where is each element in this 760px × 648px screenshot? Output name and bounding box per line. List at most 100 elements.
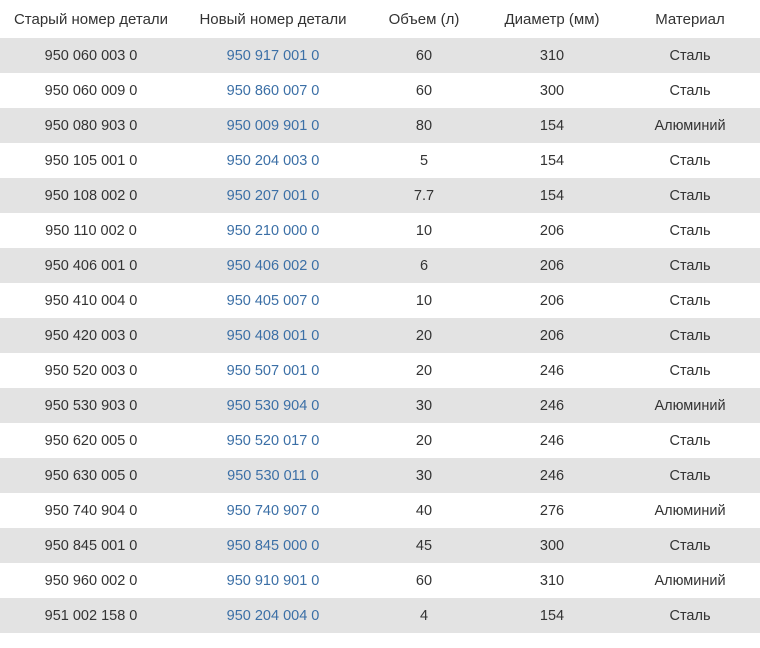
- diameter-cell: 206: [484, 248, 620, 283]
- volume-cell: 4: [364, 598, 484, 633]
- volume-cell: 40: [364, 493, 484, 528]
- table-row: 950 530 903 0 950 530 904 0 30 246 Алюминий: [0, 388, 760, 423]
- old-part-number-cell: 950 520 003 0: [0, 353, 182, 388]
- material-cell: Алюминий: [620, 563, 760, 598]
- volume-cell: 6: [364, 248, 484, 283]
- old-part-number-cell: 950 105 001 0: [0, 143, 182, 178]
- table-row: 950 845 001 0 950 845 000 0 45 300 Сталь: [0, 528, 760, 563]
- diameter-cell: 154: [484, 598, 620, 633]
- header-diameter: Диаметр (мм): [504, 10, 600, 28]
- diameter-cell: 310: [484, 563, 620, 598]
- new-part-number-link[interactable]: 950 917 001 0: [227, 48, 320, 64]
- table-row: 950 105 001 0 950 204 003 0 5 154 Сталь: [0, 143, 760, 178]
- new-part-number-link[interactable]: 950 408 001 0: [227, 328, 320, 344]
- volume-cell: 20: [364, 353, 484, 388]
- table-row: 950 960 002 0 950 910 901 0 60 310 Алюминий: [0, 563, 760, 598]
- new-part-number-link[interactable]: 950 530 904 0: [227, 398, 320, 414]
- new-part-number-cell: 950 917 001 0: [182, 38, 364, 73]
- table-header: Старый номер детали Новый номер детали О…: [0, 0, 760, 38]
- new-part-number-link[interactable]: 950 530 011 0: [227, 468, 319, 484]
- old-part-number-cell: 950 630 005 0: [0, 458, 182, 493]
- new-part-number-cell: 950 405 007 0: [182, 283, 364, 318]
- diameter-cell: 206: [484, 283, 620, 318]
- header-row: Старый номер детали Новый номер детали О…: [0, 0, 760, 38]
- volume-cell: 30: [364, 388, 484, 423]
- diameter-cell: 154: [484, 143, 620, 178]
- new-part-number-cell: 950 845 000 0: [182, 528, 364, 563]
- table-row: 950 410 004 0 950 405 007 0 10 206 Сталь: [0, 283, 760, 318]
- new-part-number-link[interactable]: 950 740 907 0: [227, 503, 320, 519]
- diameter-cell: 154: [484, 178, 620, 213]
- new-part-number-cell: 950 860 007 0: [182, 73, 364, 108]
- table-row: 950 060 009 0 950 860 007 0 60 300 Сталь: [0, 73, 760, 108]
- material-cell: Сталь: [620, 38, 760, 73]
- new-part-number-link[interactable]: 950 406 002 0: [227, 258, 320, 274]
- header-volume: Объем (л): [388, 10, 460, 28]
- volume-cell: 60: [364, 38, 484, 73]
- table-row: 950 406 001 0 950 406 002 0 6 206 Сталь: [0, 248, 760, 283]
- material-cell: Алюминий: [620, 108, 760, 143]
- material-cell: Сталь: [620, 143, 760, 178]
- old-part-number-cell: 950 420 003 0: [0, 318, 182, 353]
- diameter-cell: 246: [484, 458, 620, 493]
- new-part-number-cell: 950 406 002 0: [182, 248, 364, 283]
- old-part-number-cell: 951 002 158 0: [0, 598, 182, 633]
- table-row: 950 520 003 0 950 507 001 0 20 246 Сталь: [0, 353, 760, 388]
- header-old-part-number: Старый номер детали: [13, 10, 169, 28]
- volume-cell: 45: [364, 528, 484, 563]
- table-row: 950 110 002 0 950 210 000 0 10 206 Сталь: [0, 213, 760, 248]
- new-part-number-cell: 950 204 004 0: [182, 598, 364, 633]
- material-cell: Сталь: [620, 528, 760, 563]
- new-part-number-link[interactable]: 950 845 000 0: [227, 538, 320, 554]
- volume-cell: 60: [364, 563, 484, 598]
- new-part-number-cell: 950 408 001 0: [182, 318, 364, 353]
- diameter-cell: 300: [484, 73, 620, 108]
- volume-cell: 20: [364, 423, 484, 458]
- diameter-cell: 246: [484, 423, 620, 458]
- material-cell: Сталь: [620, 178, 760, 213]
- volume-cell: 10: [364, 213, 484, 248]
- new-part-number-link[interactable]: 950 204 003 0: [227, 153, 320, 169]
- new-part-number-cell: 950 507 001 0: [182, 353, 364, 388]
- new-part-number-link[interactable]: 950 204 004 0: [227, 608, 320, 624]
- table-row: 951 002 158 0 950 204 004 0 4 154 Сталь: [0, 598, 760, 633]
- old-part-number-cell: 950 530 903 0: [0, 388, 182, 423]
- table-row: 950 108 002 0 950 207 001 0 7.7 154 Сталь: [0, 178, 760, 213]
- new-part-number-cell: 950 530 011 0: [182, 458, 364, 493]
- parts-table: Старый номер детали Новый номер детали О…: [0, 0, 760, 633]
- new-part-number-link[interactable]: 950 507 001 0: [227, 363, 320, 379]
- volume-cell: 80: [364, 108, 484, 143]
- old-part-number-cell: 950 406 001 0: [0, 248, 182, 283]
- diameter-cell: 310: [484, 38, 620, 73]
- new-part-number-cell: 950 530 904 0: [182, 388, 364, 423]
- old-part-number-cell: 950 080 903 0: [0, 108, 182, 143]
- volume-cell: 7.7: [364, 178, 484, 213]
- diameter-cell: 300: [484, 528, 620, 563]
- header-material: Материал: [655, 10, 725, 28]
- volume-cell: 60: [364, 73, 484, 108]
- material-cell: Алюминий: [620, 388, 760, 423]
- material-cell: Сталь: [620, 458, 760, 493]
- new-part-number-cell: 950 740 907 0: [182, 493, 364, 528]
- old-part-number-cell: 950 110 002 0: [0, 213, 182, 248]
- new-part-number-cell: 950 210 000 0: [182, 213, 364, 248]
- header-new-part-number: Новый номер детали: [199, 10, 347, 28]
- new-part-number-cell: 950 009 901 0: [182, 108, 364, 143]
- material-cell: Сталь: [620, 598, 760, 633]
- old-part-number-cell: 950 060 009 0: [0, 73, 182, 108]
- volume-cell: 30: [364, 458, 484, 493]
- material-cell: Алюминий: [620, 493, 760, 528]
- new-part-number-cell: 950 207 001 0: [182, 178, 364, 213]
- new-part-number-link[interactable]: 950 910 901 0: [227, 573, 320, 589]
- diameter-cell: 154: [484, 108, 620, 143]
- old-part-number-cell: 950 845 001 0: [0, 528, 182, 563]
- new-part-number-link[interactable]: 950 210 000 0: [227, 223, 320, 239]
- diameter-cell: 276: [484, 493, 620, 528]
- new-part-number-link[interactable]: 950 860 007 0: [227, 83, 320, 99]
- table-row: 950 740 904 0 950 740 907 0 40 276 Алюминий: [0, 493, 760, 528]
- new-part-number-link[interactable]: 950 405 007 0: [227, 293, 320, 309]
- new-part-number-link[interactable]: 950 009 901 0: [227, 118, 320, 134]
- new-part-number-link[interactable]: 950 207 001 0: [227, 188, 320, 204]
- new-part-number-link[interactable]: 950 520 017 0: [227, 433, 320, 449]
- new-part-number-cell: 950 520 017 0: [182, 423, 364, 458]
